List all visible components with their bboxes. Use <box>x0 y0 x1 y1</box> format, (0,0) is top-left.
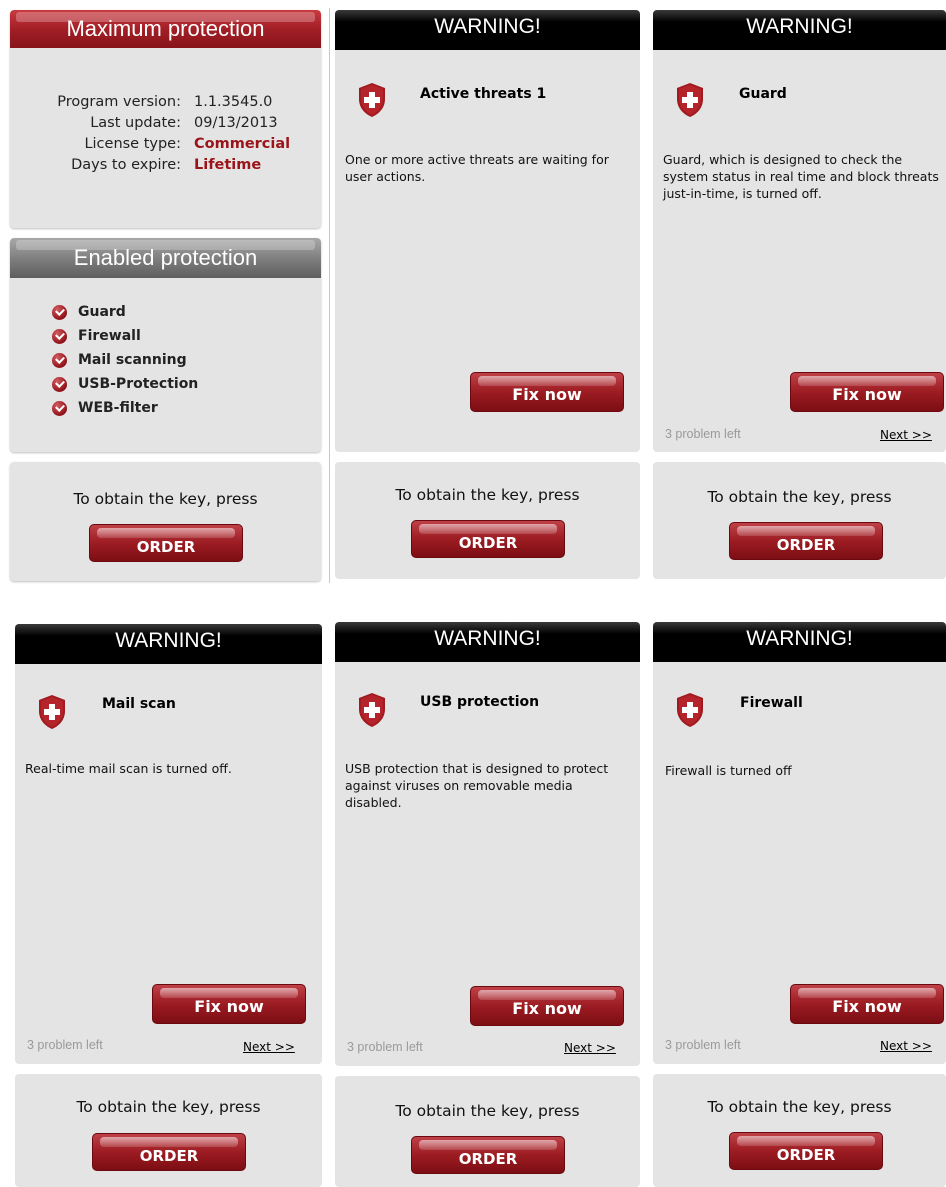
fix-now-button[interactable]: Fix now <box>790 372 944 412</box>
order-panel: To obtain the key, press ORDER <box>335 1076 640 1187</box>
order-button[interactable]: ORDER <box>411 1136 565 1174</box>
warning-description: USB protection that is designed to prote… <box>345 761 609 810</box>
shield-icon <box>677 83 703 117</box>
protection-item-usb: USB-Protection <box>52 372 198 396</box>
order-button[interactable]: ORDER <box>729 1132 883 1170</box>
info-panel: Maximum protection Program version: 1.1.… <box>10 10 321 228</box>
key-text: To obtain the key, press <box>395 1102 580 1120</box>
check-icon <box>52 328 67 344</box>
info-row-version: Program version: 1.1.3545.0 <box>10 94 321 115</box>
info-label: License type: <box>84 136 181 152</box>
protection-item-web: WEB-filter <box>52 396 198 420</box>
warning-header-title: WARNING! <box>434 627 541 650</box>
shield-icon <box>359 83 385 117</box>
check-icon <box>52 400 67 416</box>
warning-header-title: WARNING! <box>746 15 853 38</box>
protection-item-mail: Mail scanning <box>52 348 198 372</box>
order-button[interactable]: ORDER <box>729 522 883 560</box>
warning-card-active-threats: WARNING! Active threats 1 One or more ac… <box>335 10 640 452</box>
problems-left-text: 3 problem left <box>665 427 741 441</box>
warning-header: WARNING! <box>653 622 946 662</box>
enabled-protection-panel: Enabled protection Guard Firewall Mail s… <box>10 238 321 452</box>
order-panel: To obtain the key, press ORDER <box>653 1074 946 1187</box>
info-row-license: License type: Commercial <box>10 136 321 157</box>
fix-now-button[interactable]: Fix now <box>470 372 624 412</box>
warning-card-mail-scan: WARNING! Mail scan Real-time mail scan i… <box>15 624 322 1064</box>
column-divider <box>329 8 330 583</box>
fix-now-button[interactable]: Fix now <box>152 984 306 1024</box>
order-panel: To obtain the key, press ORDER <box>15 1074 322 1187</box>
warning-title: Active threats 1 <box>420 86 547 102</box>
protection-list: Guard Firewall Mail scanning USB-Protect… <box>52 300 198 420</box>
check-icon <box>52 304 67 320</box>
protection-item-firewall: Firewall <box>52 324 198 348</box>
protection-item-guard: Guard <box>52 300 198 324</box>
key-text: To obtain the key, press <box>707 1098 892 1116</box>
warning-card-usb-protection: WARNING! USB protection USB protection t… <box>335 622 640 1066</box>
warning-description: Real-time mail scan is turned off. <box>25 761 232 776</box>
check-icon <box>52 352 67 368</box>
enabled-protection-title: Enabled protection <box>73 245 258 270</box>
shield-icon <box>677 693 703 727</box>
info-row-expire: Days to expire: Lifetime <box>10 157 321 178</box>
order-button[interactable]: ORDER <box>92 1133 246 1171</box>
key-text: To obtain the key, press <box>76 1098 261 1116</box>
protection-item-label: Mail scanning <box>78 352 187 368</box>
key-text: To obtain the key, press <box>73 490 258 508</box>
warning-header-title: WARNING! <box>434 15 541 38</box>
next-link[interactable]: Next >> <box>243 1040 295 1054</box>
warning-description: One or more active threats are waiting f… <box>345 152 609 184</box>
info-table: Program version: 1.1.3545.0 Last update:… <box>10 94 321 178</box>
order-panel: To obtain the key, press ORDER <box>10 462 321 581</box>
warning-card-firewall: WARNING! Firewall Firewall is turned off… <box>653 622 946 1064</box>
protection-item-label: Guard <box>78 304 126 320</box>
problems-left-text: 3 problem left <box>347 1040 423 1054</box>
info-panel-header: Maximum protection <box>10 10 321 48</box>
fix-now-button[interactable]: Fix now <box>790 984 944 1024</box>
warning-title: Mail scan <box>102 696 176 712</box>
fix-now-button[interactable]: Fix now <box>470 986 624 1026</box>
enabled-protection-header: Enabled protection <box>10 238 321 278</box>
problems-left-text: 3 problem left <box>27 1038 103 1052</box>
warning-header: WARNING! <box>15 624 322 664</box>
next-link[interactable]: Next >> <box>880 1039 932 1053</box>
warning-header-title: WARNING! <box>115 629 222 652</box>
warning-title: USB protection <box>420 694 540 710</box>
problems-left-text: 3 problem left <box>665 1038 741 1052</box>
warning-title: Firewall <box>740 695 803 711</box>
info-value: Lifetime <box>194 157 262 173</box>
info-label: Days to expire: <box>71 157 181 173</box>
order-panel: To obtain the key, press ORDER <box>335 462 640 579</box>
warning-header-title: WARNING! <box>746 627 853 650</box>
shield-icon <box>39 695 65 729</box>
next-link[interactable]: Next >> <box>880 428 932 442</box>
info-panel-title: Maximum protection <box>66 16 265 41</box>
key-text: To obtain the key, press <box>395 486 580 504</box>
warning-description: Firewall is turned off <box>665 763 792 778</box>
warning-description: Guard, which is designed to check the sy… <box>663 152 939 201</box>
order-panel: To obtain the key, press ORDER <box>653 462 946 579</box>
warning-header: WARNING! <box>653 10 946 50</box>
info-value: 1.1.3545.0 <box>194 94 273 110</box>
info-label: Last update: <box>90 115 181 131</box>
info-row-last-update: Last update: 09/13/2013 <box>10 115 321 136</box>
warning-header: WARNING! <box>335 10 640 50</box>
protection-item-label: Firewall <box>78 328 141 344</box>
info-label: Program version: <box>57 94 181 110</box>
shield-icon <box>359 693 385 727</box>
protection-item-label: WEB-filter <box>78 400 158 416</box>
order-button[interactable]: ORDER <box>89 524 243 562</box>
warning-title: Guard <box>739 86 787 102</box>
order-button[interactable]: ORDER <box>411 520 565 558</box>
key-text: To obtain the key, press <box>707 488 892 506</box>
next-link[interactable]: Next >> <box>564 1041 616 1055</box>
warning-card-guard: WARNING! Guard Guard, which is designed … <box>653 10 946 452</box>
warning-header: WARNING! <box>335 622 640 662</box>
info-value: Commercial <box>194 136 291 152</box>
protection-item-label: USB-Protection <box>78 376 199 392</box>
check-icon <box>52 376 67 392</box>
info-value: 09/13/2013 <box>194 115 278 131</box>
